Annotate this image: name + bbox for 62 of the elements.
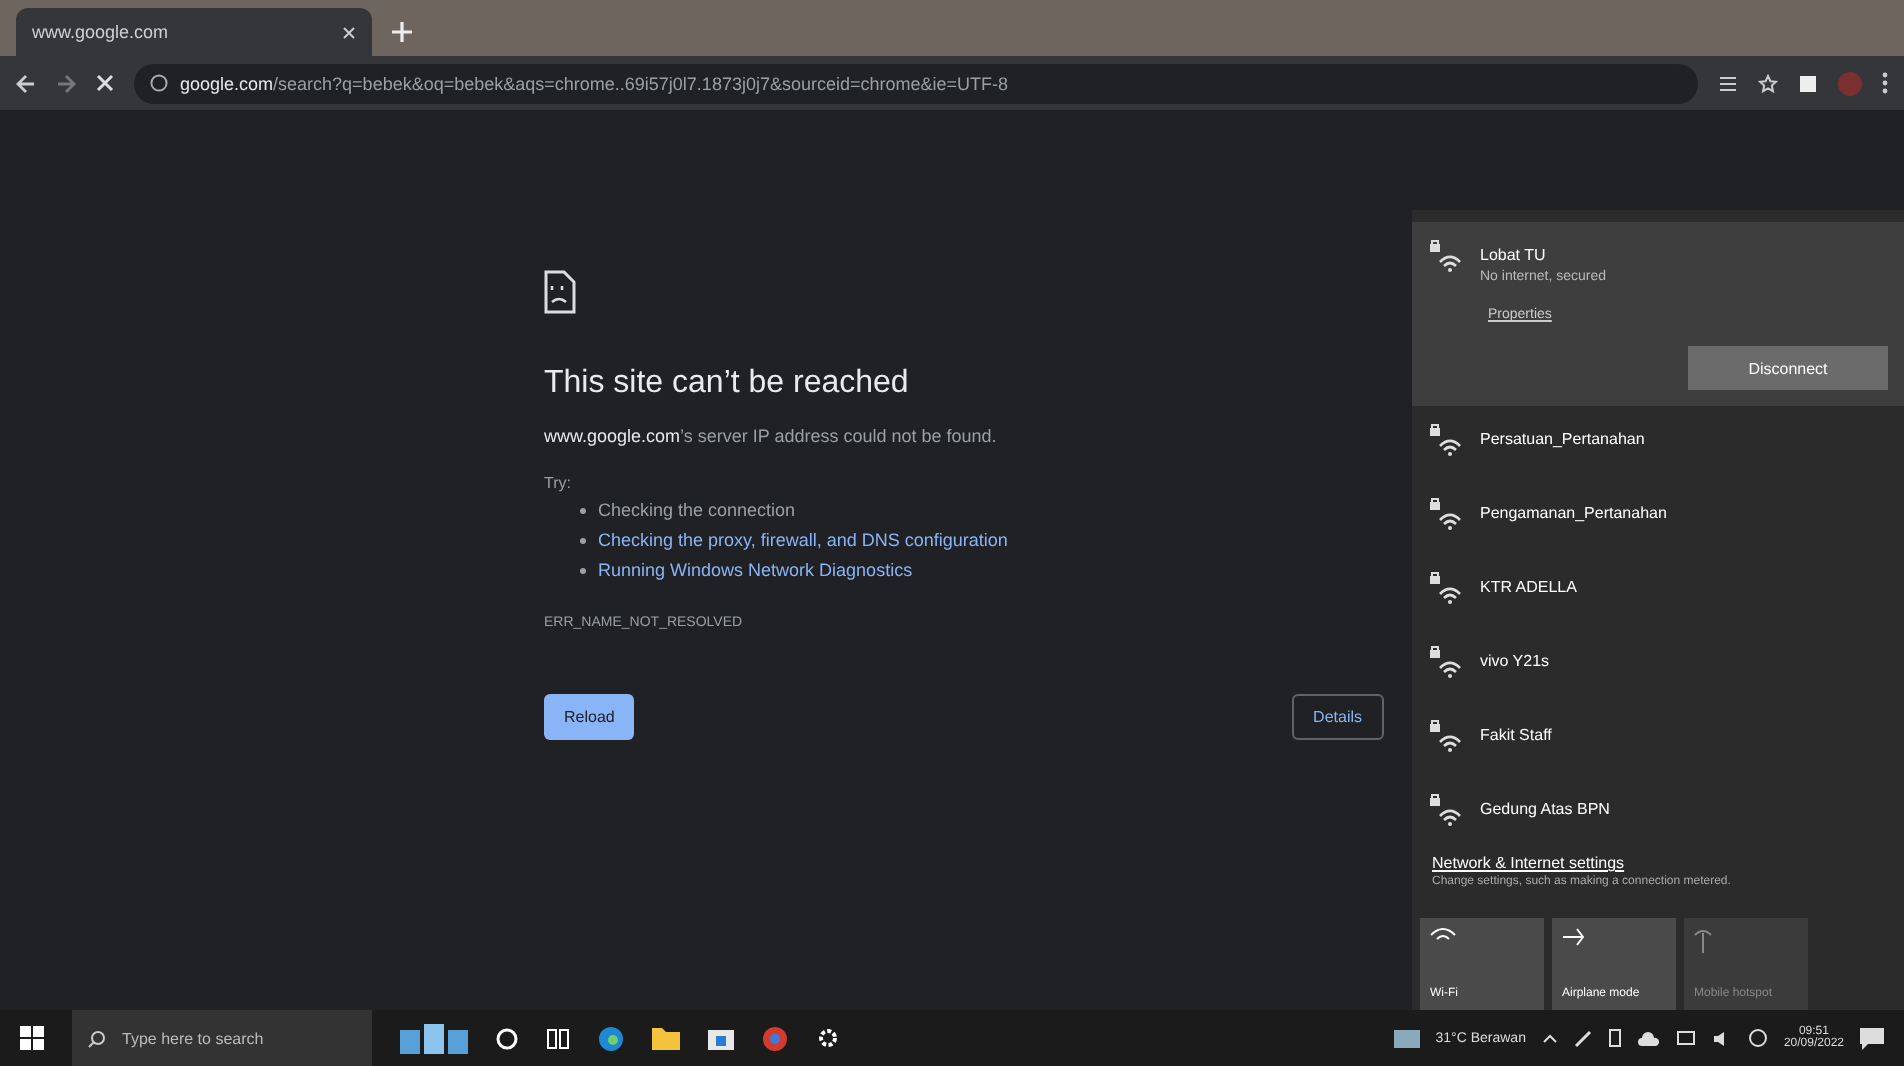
network-name: Fakit Staff	[1480, 724, 1552, 744]
error-title: This site can’t be reached	[544, 366, 911, 402]
folder-icon[interactable]	[652, 1027, 680, 1049]
wifi-lock-icon	[1428, 422, 1464, 458]
notification-icon[interactable]	[1860, 1027, 1884, 1049]
store-icon[interactable]	[708, 1026, 734, 1050]
network-item[interactable]: Gedung Atas BPN	[1412, 776, 1904, 850]
task-view-icon[interactable]	[546, 1027, 570, 1049]
cortana-icon[interactable]	[496, 1027, 518, 1049]
app-icon[interactable]	[400, 1022, 468, 1054]
browser-tab[interactable]: www.google.com	[16, 8, 372, 56]
back-icon[interactable]	[16, 73, 36, 93]
forward-icon[interactable]	[56, 73, 76, 93]
wifi-lock-icon	[1428, 644, 1464, 680]
network-name: Lobat TU	[1480, 244, 1548, 264]
chevron-up-icon[interactable]	[1541, 1033, 1558, 1043]
error-message: www.google.com’s server IP address could not be found.	[544, 426, 999, 446]
bullet-icon	[580, 567, 586, 573]
network-item[interactable]: vivo Y21s	[1412, 628, 1904, 702]
browser-icon[interactable]	[762, 1025, 788, 1051]
details-button[interactable]: Details	[1291, 694, 1384, 740]
airplane-icon	[1562, 928, 1584, 946]
try-label: Try:	[544, 474, 573, 492]
stop-icon[interactable]	[96, 74, 114, 92]
suggestion-text: Checking the connection	[598, 500, 796, 520]
wifi-lock-icon	[1428, 792, 1464, 828]
suggestion-link[interactable]: Running Windows Network Diagnostics	[598, 560, 913, 580]
pen-icon[interactable]	[1573, 1029, 1592, 1047]
network-item[interactable]: Persatuan_Pertanahan	[1412, 406, 1904, 480]
close-icon[interactable]	[342, 25, 356, 39]
wifi-icon	[1430, 928, 1456, 940]
settings-link[interactable]: Network & Internet settings	[1432, 854, 1884, 872]
hotspot-icon	[1694, 928, 1712, 954]
edge-icon[interactable]	[598, 1025, 624, 1051]
windows-icon[interactable]	[20, 1026, 44, 1050]
network-name: vivo Y21s	[1480, 650, 1550, 670]
suggestion-link[interactable]: Checking the proxy, firewall, and DNS configuration	[598, 530, 1008, 550]
network-name: Pengamanan_Pertanahan	[1480, 502, 1667, 522]
reload-button[interactable]: Reload	[544, 694, 635, 740]
wifi-lock-icon	[1428, 570, 1464, 606]
wifi-lock-icon	[1428, 718, 1464, 754]
network-item[interactable]: KTR ADELLA	[1412, 554, 1904, 628]
search-field[interactable]: Type here to search	[72, 1010, 372, 1066]
search-placeholder: Type here to search	[122, 1029, 264, 1047]
url-text: google.com/search?q=bebek&oq=bebek&aqs=chrome..69i57j0l7.1873j0j7&sourceid=chrome&ie=UTF-8	[180, 73, 1009, 93]
bullet-icon	[580, 537, 586, 543]
sad-document-icon	[544, 270, 576, 314]
disconnect-button[interactable]: Disconnect	[1688, 346, 1888, 390]
network-item[interactable]: Pengamanan_Pertanahan	[1412, 480, 1904, 554]
address-bar[interactable]: google.com/search?q=bebek&oq=bebek&aqs=chrome..69i57j0l7.1873j0j7&sourceid=chrome&ie=UTF-8	[134, 63, 1698, 103]
info-icon[interactable]	[150, 74, 168, 92]
search-icon	[88, 1029, 106, 1047]
network-name: Gedung Atas BPN	[1480, 798, 1610, 818]
menu-icon[interactable]	[1882, 72, 1888, 94]
wifi-lock-icon	[1428, 238, 1464, 274]
network-name: KTR ADELLA	[1480, 576, 1577, 596]
network-item[interactable]: Fakit Staff	[1412, 702, 1904, 776]
star-icon[interactable]	[1758, 73, 1778, 93]
network-name: Persatuan_Pertanahan	[1480, 428, 1645, 448]
bullet-icon	[580, 507, 586, 513]
cloud-icon[interactable]	[1637, 1031, 1660, 1045]
wifi-lock-icon	[1428, 496, 1464, 532]
